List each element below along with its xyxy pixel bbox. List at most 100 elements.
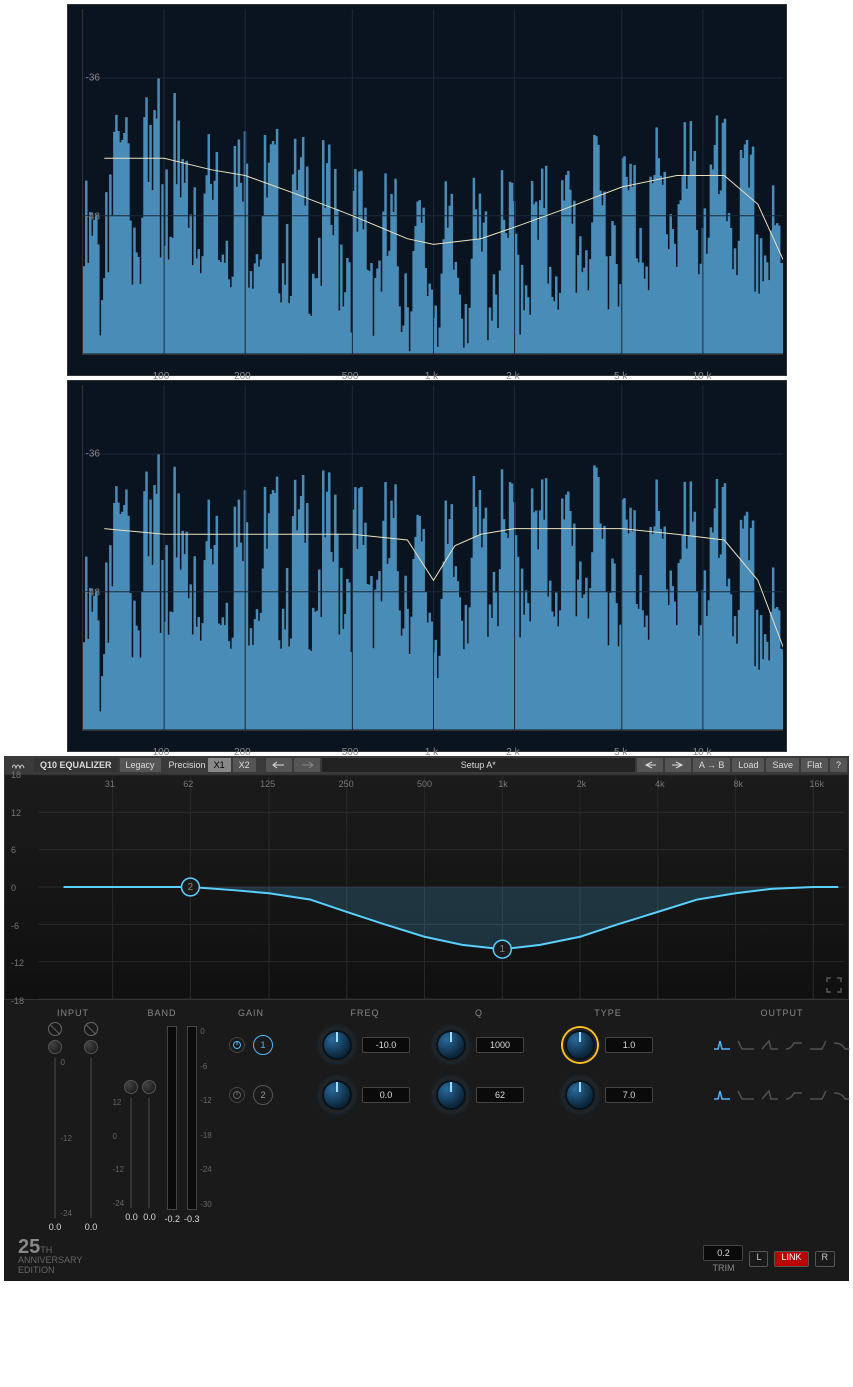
precision-x2-button[interactable]: X2	[233, 758, 256, 772]
filter-type-3-icon[interactable]	[785, 1089, 803, 1101]
input-left-value: 0.0	[49, 1222, 62, 1232]
phase-right-icon[interactable]	[84, 1022, 98, 1036]
band1-freq-value[interactable]: 1000	[476, 1037, 524, 1053]
filter-type-5-icon[interactable]	[833, 1089, 851, 1101]
channel-link-button[interactable]: LINK	[774, 1251, 808, 1267]
channel-l-button[interactable]: L	[749, 1251, 768, 1267]
freq-axis-label: 2 k	[506, 747, 519, 758]
trim-value[interactable]: 0.2	[703, 1245, 743, 1261]
flat-button[interactable]: Flat	[801, 758, 828, 772]
output-meter-scale-tick: -24	[200, 1165, 212, 1174]
ab-compare-button[interactable]: A → B	[693, 758, 731, 772]
expand-icon[interactable]	[826, 977, 842, 993]
col-head-gain: GAIN	[196, 1008, 306, 1018]
eq-gain-label: -12	[11, 958, 24, 968]
channel-r-button[interactable]: R	[815, 1251, 836, 1267]
save-button[interactable]: Save	[766, 758, 799, 772]
band1-gain-knob[interactable]	[320, 1028, 354, 1062]
filter-type-2-icon[interactable]	[761, 1039, 779, 1051]
col-head-q: Q	[424, 1008, 534, 1018]
output-meter-right-value: -0.3	[184, 1214, 200, 1224]
help-button[interactable]: ?	[830, 758, 847, 772]
band2-power-button[interactable]	[229, 1087, 245, 1103]
col-head-output: OUTPUT	[682, 1008, 853, 1018]
eq-freq-label: 250	[339, 779, 354, 789]
output-meter-scale-tick: -18	[200, 1131, 212, 1140]
band2-gain-knob[interactable]	[320, 1078, 354, 1112]
band2-q-value[interactable]: 7.0	[605, 1087, 653, 1103]
output-meter-left-value: -0.2	[164, 1214, 180, 1224]
input-left-thumb[interactable]	[48, 1040, 62, 1054]
col-head-type: TYPE	[538, 1008, 678, 1018]
band1-toggle-cell: 1	[196, 1022, 306, 1068]
db-axis-label: -36	[86, 73, 100, 84]
prev-preset-button[interactable]	[637, 758, 663, 772]
output-meter-left: -0.2	[164, 1022, 180, 1232]
input-right-slider[interactable]: 0.0	[84, 1022, 98, 1232]
output-left-thumb[interactable]	[124, 1080, 138, 1094]
output-right-thumb[interactable]	[142, 1080, 156, 1094]
output-gain-scale-tick: -12	[112, 1165, 124, 1174]
band1-freq-knob[interactable]	[434, 1028, 468, 1062]
spectrum-plot-before	[82, 9, 784, 355]
filter-type-1-icon[interactable]	[737, 1089, 755, 1101]
output-gain-left[interactable]: 120-12-24 0.0	[124, 1022, 138, 1232]
freq-axis-label: 10 k	[693, 747, 712, 758]
freq-axis-label: 500	[342, 747, 359, 758]
eq-curve-svg[interactable]: 12	[5, 775, 848, 999]
eq-curve-display[interactable]: 12 31621252505001k2k4k8k16k181260-6-12-1…	[4, 774, 849, 1000]
filter-type-0-icon[interactable]	[713, 1039, 731, 1051]
output-gain-scale-tick: 12	[112, 1098, 124, 1107]
redo-button[interactable]	[294, 758, 320, 772]
filter-type-0-icon[interactable]	[713, 1089, 731, 1101]
legacy-button[interactable]: Legacy	[120, 758, 161, 772]
anniversary-logo: 25TH ANNIVERSARYEDITION	[18, 1242, 82, 1275]
filter-type-4-icon[interactable]	[809, 1089, 827, 1101]
freq-axis-label: 200	[234, 747, 251, 758]
band2-q-knob[interactable]	[563, 1078, 597, 1112]
trim-label: TRIM	[703, 1263, 743, 1273]
filter-type-4-icon[interactable]	[809, 1039, 827, 1051]
phase-left-icon[interactable]	[48, 1022, 62, 1036]
plugin-footer: 25TH ANNIVERSARYEDITION 0.2 TRIM L LINK …	[4, 1236, 849, 1281]
db-axis-label: -36	[86, 449, 100, 460]
output-gain-left-value: 0.0	[125, 1212, 138, 1222]
spectrum-analyzer-before: 1002005001 k2 k5 k10 k -36-48	[67, 4, 787, 376]
band1-power-button[interactable]	[229, 1037, 245, 1053]
preset-display[interactable]: Setup A*	[322, 758, 635, 772]
eq-gain-label: 6	[11, 845, 16, 855]
band1-gain-value[interactable]: -10.0	[362, 1037, 410, 1053]
precision-x1-button[interactable]: X1	[208, 758, 231, 772]
band1-number[interactable]: 1	[253, 1035, 273, 1055]
freq-axis-label: 1 k	[425, 747, 438, 758]
output-meter-scale-tick: -6	[200, 1062, 212, 1071]
load-button[interactable]: Load	[732, 758, 764, 772]
band1-q-knob[interactable]	[563, 1028, 597, 1062]
filter-type-3-icon[interactable]	[785, 1039, 803, 1051]
next-preset-button[interactable]	[665, 758, 691, 772]
band2-number[interactable]: 2	[253, 1085, 273, 1105]
band2-type-selector	[682, 1072, 853, 1118]
eq-gain-label: 12	[11, 808, 21, 818]
filter-type-2-icon[interactable]	[761, 1089, 779, 1101]
output-section: 120-12-24 0.0 0.0 -0.2 0-6-12-18-24-30 -…	[132, 1022, 192, 1232]
svg-text:1: 1	[500, 944, 506, 955]
band1-q-value[interactable]: 1.0	[605, 1037, 653, 1053]
undo-button[interactable]	[266, 758, 292, 772]
eq-gain-label: 0	[11, 883, 16, 893]
filter-type-5-icon[interactable]	[833, 1039, 851, 1051]
db-axis-label: -48	[86, 211, 100, 222]
output-meter-scale-tick: -30	[200, 1200, 212, 1209]
output-gain-scale-tick: -24	[112, 1199, 124, 1208]
output-gain-right[interactable]: 0.0	[142, 1022, 156, 1232]
output-meter-right: 0-6-12-18-24-30 -0.3	[184, 1022, 200, 1232]
band2-gain-value[interactable]: 0.0	[362, 1087, 410, 1103]
band2-freq-value[interactable]: 62	[476, 1087, 524, 1103]
band2-freq-knob[interactable]	[434, 1078, 468, 1112]
spectrum-analyzer-after: 1002005001 k2 k5 k10 k -36-48	[67, 380, 787, 752]
input-left-slider[interactable]: 0-12-24 0.0	[48, 1022, 62, 1232]
eq-freq-label: 500	[417, 779, 432, 789]
input-right-thumb[interactable]	[84, 1040, 98, 1054]
eq-freq-label: 1k	[498, 779, 508, 789]
filter-type-1-icon[interactable]	[737, 1039, 755, 1051]
